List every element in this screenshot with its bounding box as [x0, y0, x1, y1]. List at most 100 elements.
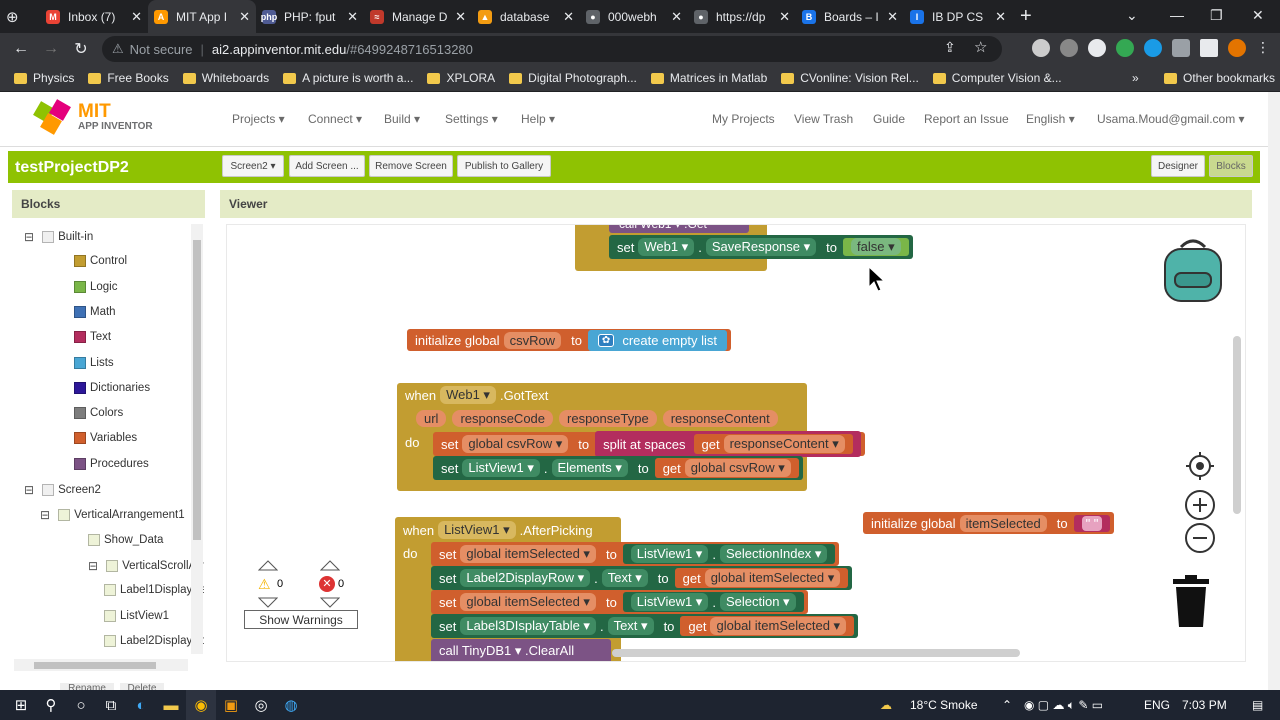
weather-icon[interactable]: ☁ — [880, 690, 892, 720]
top-menu-item[interactable]: Projects ▾ — [232, 112, 285, 126]
tray-icons[interactable]: ◉ ▢ ☁ 🔈︎ ✎ ▭ — [1024, 690, 1103, 720]
tab-close-icon[interactable]: ✕ — [347, 9, 358, 25]
tree-item[interactable]: Text — [74, 331, 111, 344]
event-param[interactable]: responseType — [559, 410, 657, 427]
designer-button[interactable]: Designer — [1151, 155, 1205, 177]
bookmark-item[interactable]: Free Books — [88, 71, 169, 85]
obs-icon[interactable]: ◎ — [246, 690, 276, 720]
tree-item[interactable]: ⊟ Built-in — [24, 230, 93, 244]
header-link[interactable]: Report an Issue — [924, 112, 1009, 126]
tree-item[interactable]: Label1DisplayRe — [104, 584, 204, 597]
restore-icon[interactable]: ❐ — [1210, 0, 1223, 30]
bookmark-item[interactable]: Digital Photograph... — [509, 71, 637, 85]
top-menu-item[interactable]: Help ▾ — [521, 112, 555, 126]
notifications-icon[interactable]: ▤ — [1252, 690, 1263, 720]
zoom-in-icon[interactable] — [1184, 489, 1216, 521]
extension-icon[interactable] — [1060, 39, 1078, 57]
app-taskbar-icon[interactable]: ▣ — [216, 690, 246, 720]
url-input[interactable]: ⚠ Not secure | ai2.appinventor.mit.edu /… — [102, 36, 1002, 62]
warning-icon[interactable]: ⚠ — [112, 41, 124, 57]
tree-item[interactable]: ⊟VerticalScrollArrang — [88, 559, 204, 573]
bookmark-item[interactable]: A picture is worth a... — [283, 71, 413, 85]
app-taskbar-icon[interactable]: ◍ — [276, 690, 306, 720]
tree-item[interactable]: Show_Data — [88, 533, 163, 546]
bookmark-item[interactable]: Matrices in Matlab — [650, 71, 767, 85]
top-menu-item[interactable]: Build ▾ — [384, 112, 420, 126]
top-menu-item[interactable]: Settings ▾ — [445, 112, 498, 126]
header-link[interactable]: Usama.Moud@gmail.com ▾ — [1097, 112, 1245, 126]
edge-icon[interactable]: ◐ — [126, 690, 156, 720]
recenter-icon[interactable] — [1185, 451, 1215, 481]
tab-close-icon[interactable]: ✕ — [239, 9, 250, 25]
bookmark-item[interactable]: Physics — [14, 71, 74, 85]
browser-tab[interactable]: B Boards – I ✕ — [796, 0, 904, 33]
extension-icon[interactable] — [1032, 39, 1050, 57]
tab-close-icon[interactable]: ✕ — [563, 9, 574, 25]
grammarly-icon[interactable] — [1116, 39, 1134, 57]
screen-dropdown[interactable]: Screen2 ▾ — [222, 155, 284, 177]
bookmark-item[interactable]: CVonline: Vision Rel... — [781, 71, 919, 85]
tree-item[interactable]: Colors — [74, 407, 123, 420]
browser-tab[interactable]: I IB DP CS ✕ — [904, 0, 1012, 33]
set-itemselected-selection-block[interactable]: set global itemSelected ▾ to ListView1 ▾… — [431, 590, 808, 614]
browser-tab[interactable]: ≈ Manage D ✕ — [364, 0, 472, 33]
set-itemselected-index-block[interactable]: set global itemSelected ▾ to ListView1 ▾… — [431, 542, 840, 566]
header-link[interactable]: Guide — [873, 112, 905, 126]
call-tinydb1-clearall-block[interactable]: call TinyDB1 ▾ .ClearAll — [431, 639, 611, 661]
other-bookmarks[interactable]: Other bookmarks — [1164, 71, 1275, 85]
tab-search-icon[interactable]: ⌄ — [1126, 0, 1138, 30]
event-param[interactable]: url — [416, 410, 447, 427]
show-warnings-button[interactable]: Show Warnings — [244, 610, 358, 629]
tray-chevron-icon[interactable]: ⌃ — [1002, 690, 1012, 720]
chrome-taskbar-icon[interactable]: ◉ — [186, 690, 216, 720]
weather-text[interactable]: 18°C Smoke — [910, 690, 978, 720]
workspace-h-scrollbar[interactable] — [612, 649, 1020, 657]
call-web1-get-block[interactable]: call Web1 ▾ .Get — [609, 225, 749, 233]
remove-screen-button[interactable]: Remove Screen — [369, 155, 453, 177]
trash-icon[interactable] — [1171, 575, 1211, 629]
add-screen-button[interactable]: Add Screen ... — [289, 155, 365, 177]
zoom-out-icon[interactable] — [1184, 522, 1216, 554]
browser-tab[interactable]: php PHP: fput ✕ — [256, 0, 364, 33]
tree-item[interactable]: ⊟ VerticalArrangement1 — [40, 508, 185, 522]
empty-text-block[interactable]: " " — [1073, 514, 1111, 532]
chrome-menu-icon[interactable]: ⊕ — [0, 0, 40, 33]
tab-close-icon[interactable]: ✕ — [887, 9, 898, 25]
tree-item[interactable]: Lists — [74, 356, 114, 369]
tree-item[interactable]: Dictionaries — [74, 381, 150, 394]
browser-tab[interactable]: ● https://dp ✕ — [688, 0, 796, 33]
set-global-csvrow-block[interactable]: set global csvRow ▾ to split at spaces g… — [433, 431, 865, 457]
browser-tab[interactable]: ● 000webh ✕ — [580, 0, 688, 33]
search-icon[interactable]: ⚲ — [36, 690, 66, 720]
bookmark-item[interactable]: Computer Vision &... — [932, 71, 1062, 85]
top-menu-item[interactable]: Connect ▾ — [308, 112, 362, 126]
set-label2-text-block[interactable]: set Label2DisplayRow ▾. Text ▾ to get gl… — [431, 566, 853, 590]
app-inventor-logo[interactable]: MIT APP INVENTOR — [33, 99, 153, 135]
create-empty-list-block[interactable]: ✿ create empty list — [587, 329, 727, 351]
extension-icon[interactable] — [1088, 39, 1106, 57]
tree-toggle-icon[interactable]: ⊟ — [24, 483, 34, 497]
tree-item[interactable]: Control — [74, 255, 127, 268]
extension-icon[interactable] — [1144, 39, 1162, 57]
tree-item[interactable]: Procedures — [74, 457, 149, 470]
minimize-icon[interactable]: — — [1170, 0, 1184, 30]
set-web1-saveresponse-block[interactable]: set Web1 ▾. SaveResponse ▾ to false ▾ — [609, 235, 913, 259]
task-view-icon[interactable]: ⧉ — [96, 690, 126, 720]
cortana-icon[interactable]: ○ — [66, 690, 96, 720]
init-global-csvrow-block[interactable]: initialize global csvRow to ✿ create emp… — [407, 329, 731, 351]
bookmark-item[interactable]: Whiteboards — [182, 71, 269, 85]
language-indicator[interactable]: ENG — [1144, 690, 1170, 720]
tree-item[interactable]: ⊟ Screen2 — [24, 483, 101, 497]
tab-close-icon[interactable]: ✕ — [455, 9, 466, 25]
event-param[interactable]: responseContent — [662, 410, 778, 427]
tree-item[interactable]: ListView1 — [104, 609, 169, 622]
forward-icon[interactable]: → — [36, 40, 66, 58]
header-link[interactable]: My Projects — [712, 112, 775, 126]
back-icon[interactable]: ← — [6, 40, 36, 58]
bookmark-star-icon[interactable]: ☆ — [974, 38, 987, 56]
tree-scrollbar[interactable] — [191, 224, 203, 654]
tab-close-icon[interactable]: ✕ — [779, 9, 790, 25]
file-explorer-icon[interactable]: ▬ — [156, 690, 186, 720]
publish-gallery-button[interactable]: Publish to Gallery — [457, 155, 551, 177]
tab-close-icon[interactable]: ✕ — [995, 9, 1006, 25]
